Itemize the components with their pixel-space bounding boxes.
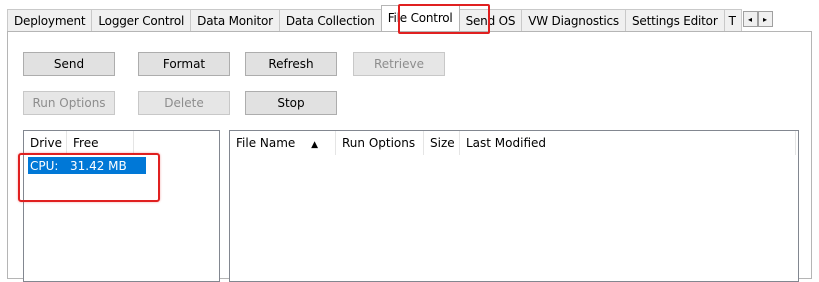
tab-truncated[interactable]: T	[723, 9, 742, 31]
tab-settings-editor[interactable]: Settings Editor	[625, 9, 725, 31]
drive-highlight-box	[18, 153, 160, 202]
column-file-name[interactable]: File Name ▲	[230, 131, 336, 155]
file-name-label: File Name	[236, 136, 296, 150]
tab-deployment[interactable]: Deployment	[7, 9, 93, 31]
files-list-header: File Name ▲ Run Options Size Last Modifi…	[230, 131, 796, 156]
retrieve-button[interactable]: Retrieve	[353, 52, 445, 76]
tab-data-collection[interactable]: Data Collection	[278, 9, 382, 31]
tab-scroll-buttons: ◂ ▸	[742, 11, 773, 29]
tab-file-control[interactable]: File Control	[380, 5, 460, 31]
file-control-panel: Send Format Refresh Retrieve Run Options…	[7, 31, 812, 282]
arrow-right-icon[interactable]: ▸	[757, 11, 773, 27]
refresh-button[interactable]: Refresh	[245, 52, 337, 76]
file-control-window: Deployment Logger Control Data Monitor D…	[7, 3, 812, 282]
send-button[interactable]: Send	[23, 52, 115, 76]
files-list[interactable]: File Name ▲ Run Options Size Last Modifi…	[229, 130, 799, 282]
stop-button[interactable]: Stop	[245, 91, 337, 115]
sort-ascending-icon: ▲	[311, 140, 319, 150]
tab-logger-control[interactable]: Logger Control	[91, 9, 192, 31]
arrow-left-icon[interactable]: ◂	[742, 11, 758, 27]
column-size[interactable]: Size	[424, 131, 460, 155]
delete-button[interactable]: Delete	[138, 91, 230, 115]
column-run-options[interactable]: Run Options	[336, 131, 424, 155]
tab-strip: Deployment Logger Control Data Monitor D…	[7, 5, 812, 31]
column-drive[interactable]: Drive	[24, 131, 67, 155]
column-free[interactable]: Free	[67, 131, 134, 155]
format-button[interactable]: Format	[138, 52, 230, 76]
column-last-modified[interactable]: Last Modified	[460, 131, 796, 155]
run-options-button[interactable]: Run Options	[23, 91, 115, 115]
tab-send-os[interactable]: Send OS	[458, 9, 523, 31]
tab-data-monitor[interactable]: Data Monitor	[190, 9, 280, 31]
tab-vw-diagnostics[interactable]: VW Diagnostics	[521, 9, 626, 31]
